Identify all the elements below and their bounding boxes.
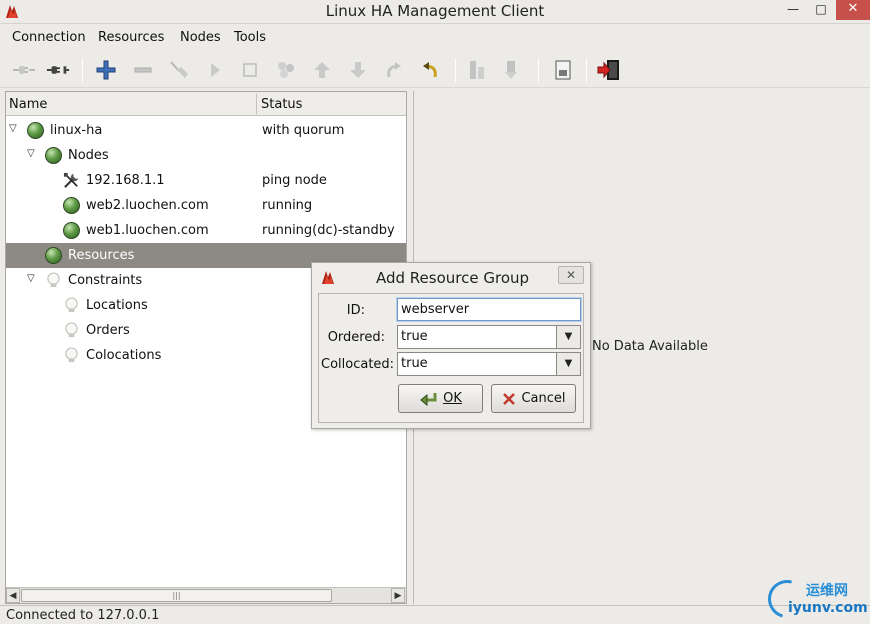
tree-label: Constraints [68, 273, 143, 288]
migrate-icon[interactable] [274, 58, 298, 82]
tree-label: Colocations [86, 348, 162, 363]
menu-connection[interactable]: Connection [12, 30, 86, 45]
tree-label: web1.luochen.com [86, 223, 209, 238]
tree-row-linux-ha[interactable]: ▽ linux-ha with quorum [6, 118, 406, 143]
view-xml-icon[interactable] [551, 58, 575, 82]
cancel-label: Cancel [521, 391, 566, 406]
tree-row-ping-node[interactable]: 192.168.1.1 ping node [6, 168, 406, 193]
tree-row-web1[interactable]: web1.luochen.com running(dc)-standby [6, 218, 406, 243]
expander-open-icon[interactable]: ▽ [27, 273, 35, 284]
toolbar-separator [82, 58, 83, 82]
dialog-form: ID: Ordered: true ▼ Collocated: true ▼ O… [318, 293, 584, 423]
tree-label: web2.luochen.com [86, 198, 209, 213]
move-up-icon[interactable] [310, 58, 334, 82]
collocated-value: true [401, 356, 428, 371]
tree-header: Name Status [6, 92, 406, 116]
id-input[interactable] [397, 298, 581, 321]
connect-icon[interactable] [12, 58, 36, 82]
active-icon[interactable] [500, 58, 524, 82]
lightbulb-icon [65, 322, 78, 338]
return-arrow-icon [420, 392, 437, 406]
cleanup-icon[interactable] [167, 58, 191, 82]
ok-label: OK [443, 391, 462, 406]
tree-status: running [262, 198, 313, 213]
green-ball-icon [63, 222, 80, 239]
redo-icon[interactable] [382, 58, 406, 82]
tree-label: Resources [68, 248, 135, 263]
green-ball-icon [63, 197, 80, 214]
tree-status: running(dc)-standby [262, 223, 395, 238]
scrollbar-thumb[interactable]: ||| [21, 589, 332, 602]
ok-button[interactable]: OK [398, 384, 483, 413]
undo-icon[interactable] [418, 58, 442, 82]
watermark-cn: 运维网 [806, 583, 848, 599]
collocated-label: Collocated: [321, 357, 395, 372]
stop-icon[interactable] [238, 58, 262, 82]
remove-icon[interactable] [131, 58, 155, 82]
chevron-down-icon[interactable]: ▼ [556, 353, 580, 375]
no-data-message: No Data Available [592, 339, 708, 354]
toolbar-separator [586, 58, 587, 82]
green-ball-icon [27, 122, 44, 139]
cancel-button[interactable]: Cancel [491, 384, 576, 413]
tree-label: linux-ha [50, 123, 103, 138]
menu-nodes[interactable]: Nodes [180, 30, 221, 45]
scroll-left-icon[interactable]: ◀ [6, 588, 20, 603]
scroll-right-icon[interactable]: ▶ [391, 588, 405, 603]
toolbar [0, 52, 870, 88]
green-ball-icon [45, 247, 62, 264]
tree-row-web2[interactable]: web2.luochen.com running [6, 193, 406, 218]
watermark-logo: 运维网 iyunv.com [761, 573, 870, 624]
minimize-button[interactable]: — [780, 0, 806, 20]
chevron-down-icon[interactable]: ▼ [556, 326, 580, 348]
toolbar-separator [455, 58, 456, 82]
green-ball-icon [45, 147, 62, 164]
add-resource-group-dialog: Add Resource Group ✕ ID: Ordered: true ▼… [311, 262, 591, 429]
expander-open-icon[interactable]: ▽ [27, 148, 35, 159]
collocated-select[interactable]: true ▼ [397, 352, 581, 376]
lightbulb-icon [47, 272, 60, 288]
ordered-select[interactable]: true ▼ [397, 325, 581, 349]
disconnect-icon[interactable] [46, 58, 70, 82]
menu-resources[interactable]: Resources [98, 30, 164, 45]
tree-label: Nodes [68, 148, 109, 163]
column-header-name[interactable]: Name [9, 97, 47, 112]
tools-icon [63, 172, 79, 188]
id-label: ID: [346, 303, 365, 318]
dialog-titlebar: Add Resource Group ✕ [312, 263, 590, 291]
dialog-close-button[interactable]: ✕ [558, 266, 584, 284]
column-divider[interactable] [256, 94, 257, 114]
window-title: Linux HA Management Client [325, 2, 545, 20]
tree-status: ping node [262, 173, 327, 188]
cancel-x-icon [503, 392, 516, 405]
dialog-title: Add Resource Group [376, 269, 530, 287]
ordered-label: Ordered: [327, 330, 385, 345]
lightbulb-icon [65, 297, 78, 313]
maximize-button[interactable]: □ [808, 0, 834, 20]
tree-label: Orders [86, 323, 130, 338]
menu-tools[interactable]: Tools [234, 30, 266, 45]
tree-row-nodes[interactable]: ▽ Nodes [6, 143, 406, 168]
tree-status: with quorum [262, 123, 345, 138]
horizontal-scrollbar[interactable]: ◀ ||| ▶ [6, 587, 406, 603]
status-bar: Connected to 127.0.0.1 [0, 605, 870, 624]
close-window-button[interactable]: ✕ [836, 0, 870, 20]
column-header-status[interactable]: Status [261, 97, 302, 112]
toolbar-separator [538, 58, 539, 82]
connection-status: Connected to 127.0.0.1 [6, 608, 160, 623]
lightbulb-icon [65, 347, 78, 363]
move-down-icon[interactable] [346, 58, 370, 82]
tree-label: 192.168.1.1 [86, 173, 165, 188]
window-titlebar: Linux HA Management Client — □ ✕ [0, 0, 870, 24]
watermark-en: iyunv.com [788, 600, 868, 616]
heartbeat-logo-icon [322, 271, 334, 284]
menu-bar: Connection Resources Nodes Tools [0, 26, 870, 50]
start-icon[interactable] [203, 58, 227, 82]
ordered-value: true [401, 329, 428, 344]
standby-icon[interactable] [465, 58, 489, 82]
exit-icon[interactable] [597, 58, 621, 82]
tree-label: Locations [86, 298, 148, 313]
expander-open-icon[interactable]: ▽ [9, 123, 17, 134]
add-icon[interactable] [94, 58, 118, 82]
